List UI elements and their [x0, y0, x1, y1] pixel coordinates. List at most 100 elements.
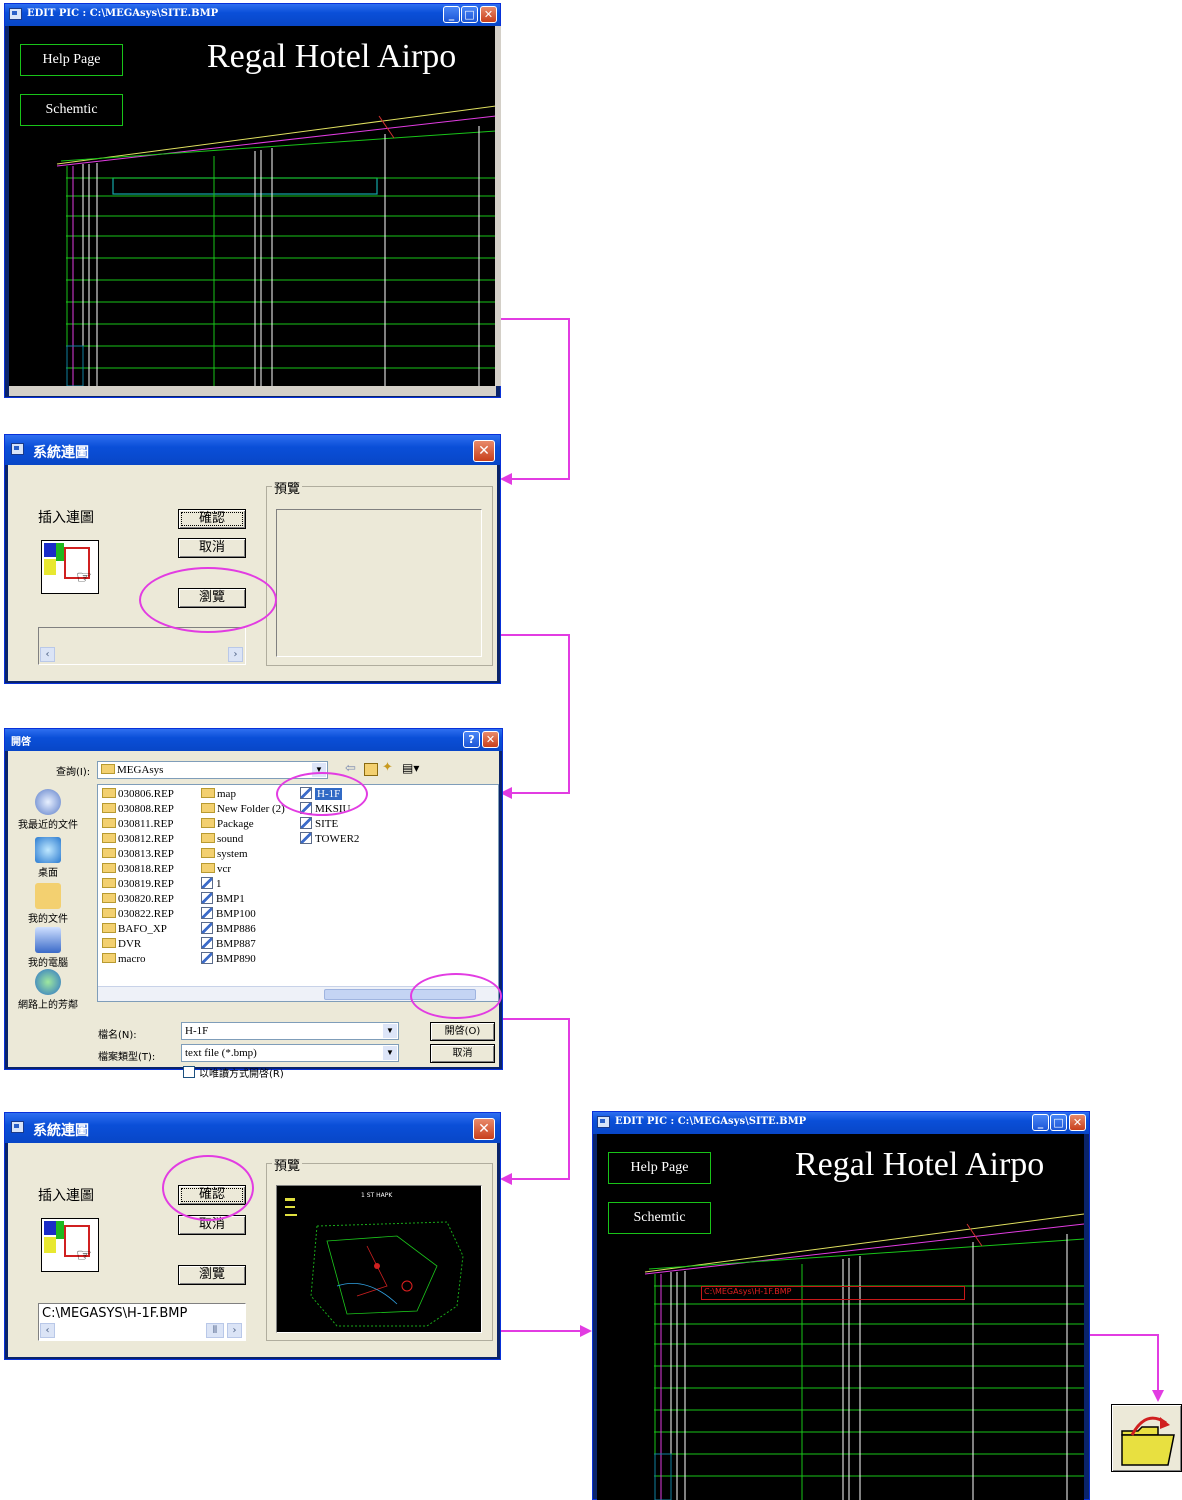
- scroll-right-icon[interactable]: ›: [227, 1323, 242, 1338]
- list-item[interactable]: SITE: [300, 817, 338, 831]
- list-item[interactable]: map: [201, 787, 236, 801]
- insert-link-label: 插入連圖: [38, 1188, 94, 1204]
- highlight-open: [410, 973, 502, 1019]
- dialog-title-bar[interactable]: 系統連圖 ✕: [5, 1113, 500, 1143]
- list-item[interactable]: 030806.REP: [102, 787, 174, 801]
- list-item[interactable]: sound: [201, 832, 243, 846]
- close-icon[interactable]: ✕: [480, 6, 497, 23]
- chevron-down-icon[interactable]: ▼: [383, 1046, 397, 1060]
- list-item[interactable]: BMP887: [201, 937, 256, 951]
- list-item[interactable]: 030820.REP: [102, 892, 174, 906]
- list-item[interactable]: TOWER2: [300, 832, 359, 846]
- place-desktop[interactable]: 桌面: [16, 837, 80, 879]
- close-icon[interactable]: ✕: [473, 440, 495, 462]
- cancel-button[interactable]: 取消: [178, 538, 246, 558]
- folder-icon: [201, 788, 215, 798]
- scroll-right-icon[interactable]: ›: [228, 647, 243, 662]
- highlight-h1f: [276, 772, 368, 816]
- place-network[interactable]: 網路上的芳鄰: [16, 969, 80, 1011]
- list-item[interactable]: 030819.REP: [102, 877, 174, 891]
- insert-link-icon: ☞: [41, 1218, 99, 1272]
- close-icon[interactable]: ✕: [473, 1118, 495, 1140]
- list-item[interactable]: DVR: [102, 937, 141, 951]
- title-bar[interactable]: EDIT PIC : C:\MEGAsys\SITE.BMP _ □ ✕: [5, 4, 500, 26]
- bitmap-file-icon: [201, 922, 213, 934]
- preview-label: 預覽: [272, 478, 303, 497]
- folder-icon: [102, 938, 116, 948]
- file-list[interactable]: 030806.REP 030808.REP 030811.REP 030812.…: [97, 784, 499, 1002]
- site-drawing: [56, 105, 496, 386]
- list-item[interactable]: BMP886: [201, 922, 256, 936]
- chevron-down-icon[interactable]: ▼: [383, 1024, 397, 1038]
- flow-arrow-2-v: [568, 634, 570, 794]
- desktop-icon: [35, 837, 61, 863]
- bitmap-file-icon: [201, 952, 213, 964]
- filename-value: H-1F: [185, 1025, 209, 1037]
- cad-canvas[interactable]: Help Page Schemtic Regal Hotel Airpo: [9, 26, 496, 386]
- list-item[interactable]: BAFO_XP: [102, 922, 167, 936]
- list-item[interactable]: 030811.REP: [102, 817, 174, 831]
- dialog-title-bar[interactable]: 開啓 ? ✕: [5, 729, 502, 751]
- filetype-combo[interactable]: text file (*.bmp) ▼: [181, 1044, 399, 1062]
- flow-arrow-5-head: [1152, 1390, 1164, 1402]
- vertical-scrollbar[interactable]: [495, 26, 501, 386]
- cad-canvas[interactable]: Help Page Schemtic Regal Hotel Airpo: [597, 1134, 1084, 1500]
- dialog-body: 插入連圖 ☞ 確認 取消 瀏覽 ‹ › 預覽: [8, 465, 497, 681]
- scroll-left-icon[interactable]: ‹: [40, 1323, 55, 1338]
- up-folder-icon[interactable]: [364, 763, 378, 776]
- minimize-icon[interactable]: _: [1032, 1114, 1049, 1131]
- back-icon[interactable]: ⇦: [345, 761, 356, 776]
- list-item[interactable]: BMP100: [201, 907, 256, 921]
- list-item[interactable]: Package: [201, 817, 254, 831]
- open-file-dialog: 開啓 ? ✕ 查詢(I): MEGAsys ▼ ⇦ ✦ ▤▾ 我最近的文件 桌面…: [4, 728, 503, 1080]
- dialog-body: 插入連圖 ☞ 確認 取消 瀏覽 C:\MEGASYS\H-1F.BMP ‹ ⦀ …: [8, 1143, 497, 1357]
- list-item[interactable]: BMP1: [201, 892, 245, 906]
- list-item[interactable]: 030818.REP: [102, 862, 174, 876]
- folder-icon: [201, 863, 215, 873]
- list-item[interactable]: 030813.REP: [102, 847, 174, 861]
- place-recent[interactable]: 我最近的文件: [16, 789, 80, 831]
- open-folder-toolbar-button[interactable]: [1111, 1404, 1182, 1472]
- close-icon[interactable]: ✕: [1069, 1114, 1086, 1131]
- edit-pic-window-top: EDIT PIC : C:\MEGAsys\SITE.BMP _ □ ✕ Hel…: [4, 3, 501, 398]
- inserted-link-box[interactable]: C:\MEGAsys\H-1F.BMP: [701, 1286, 965, 1300]
- dialog-title-bar[interactable]: 系統連圖 ✕: [5, 435, 500, 465]
- scroll-thumb[interactable]: ⦀: [206, 1323, 224, 1338]
- cancel-button[interactable]: 取消: [430, 1044, 495, 1063]
- horizontal-scrollbar[interactable]: [9, 386, 496, 396]
- filetype-value: text file (*.bmp): [185, 1047, 257, 1059]
- browse-button[interactable]: 瀏覽: [178, 1265, 246, 1285]
- title-bar[interactable]: EDIT PIC : C:\MEGAsys\SITE.BMP _ □ ✕: [593, 1112, 1089, 1134]
- minimize-icon[interactable]: _: [443, 6, 460, 23]
- preview-box: [276, 509, 482, 657]
- list-item[interactable]: system: [201, 847, 248, 861]
- list-item[interactable]: vcr: [201, 862, 231, 876]
- filename-combo[interactable]: H-1F ▼: [181, 1022, 399, 1040]
- folder-icon: [201, 833, 215, 843]
- scroll-left-icon[interactable]: ‹: [40, 647, 55, 662]
- maximize-icon[interactable]: □: [461, 6, 478, 23]
- insert-link-label: 插入連圖: [38, 510, 94, 526]
- view-menu-icon[interactable]: ▤▾: [402, 761, 419, 775]
- help-icon[interactable]: ?: [463, 731, 480, 748]
- place-mydocs[interactable]: 我的文件: [16, 883, 80, 925]
- list-item[interactable]: BMP890: [201, 952, 256, 966]
- dialog-title: 開啓: [11, 737, 31, 748]
- list-item[interactable]: 1: [201, 877, 222, 891]
- list-item[interactable]: macro: [102, 952, 145, 966]
- list-item[interactable]: 030822.REP: [102, 907, 174, 921]
- open-button[interactable]: 開啓(O): [430, 1022, 495, 1041]
- confirm-button[interactable]: 確認: [178, 509, 246, 529]
- place-computer[interactable]: 我的電腦: [16, 927, 80, 969]
- close-icon[interactable]: ✕: [482, 731, 499, 748]
- list-item[interactable]: 030812.REP: [102, 832, 174, 846]
- place-label: 桌面: [38, 868, 58, 879]
- new-folder-icon[interactable]: ✦: [382, 760, 393, 775]
- folder-icon: [201, 848, 215, 858]
- maximize-icon[interactable]: □: [1050, 1114, 1067, 1131]
- flow-arrow-2: [501, 634, 570, 636]
- readonly-checkbox[interactable]: [183, 1066, 195, 1078]
- my-computer-icon: [35, 927, 61, 953]
- list-item[interactable]: New Folder (2): [201, 802, 285, 816]
- list-item[interactable]: 030808.REP: [102, 802, 174, 816]
